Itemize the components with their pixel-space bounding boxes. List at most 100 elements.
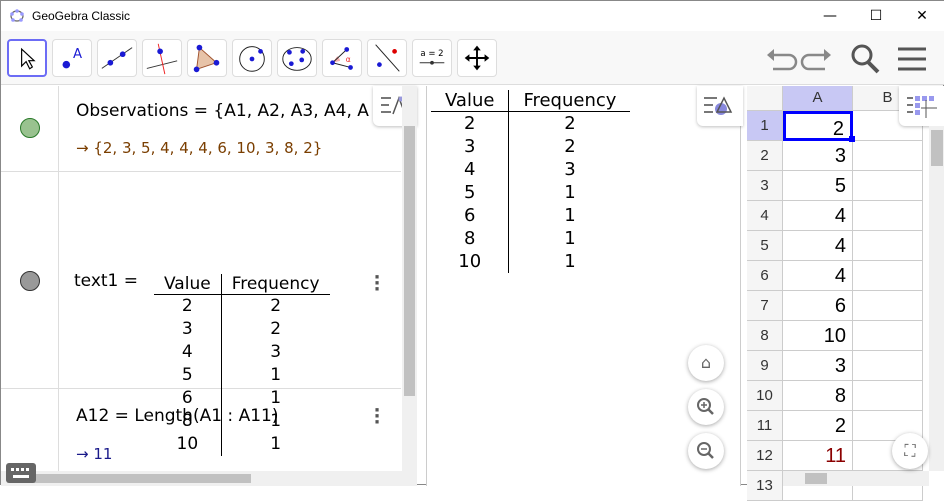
cell-A10[interactable]: 8 (783, 381, 853, 411)
row-header[interactable]: 11 (747, 411, 783, 441)
angle-tool[interactable]: α (322, 39, 362, 77)
angle-icon: α (323, 40, 361, 76)
frequency-cell: 2 (509, 112, 631, 136)
algebra-item-text1[interactable]: text1 = ValueFrequency 223243516181101 ·… (1, 172, 401, 389)
cell-B8[interactable] (853, 321, 923, 351)
window-title: GeoGebra Classic (32, 9, 130, 23)
cell-A7[interactable]: 6 (783, 291, 853, 321)
row-header[interactable]: 4 (747, 201, 783, 231)
search-button[interactable] (847, 41, 883, 77)
table-row: 22 (154, 295, 330, 319)
row-header[interactable]: 9 (747, 351, 783, 381)
toolbar: A α a = 2 (1, 31, 944, 85)
visibility-toggle[interactable] (20, 271, 40, 291)
slider-tool[interactable]: a = 2 (412, 39, 452, 77)
keyboard-button[interactable] (6, 463, 36, 483)
ellipse-icon (278, 40, 316, 76)
table-row: 51 (431, 181, 630, 204)
graphics-style-bar-button[interactable] (697, 86, 743, 126)
cell-B5[interactable] (853, 231, 923, 261)
move-tool[interactable] (7, 39, 47, 77)
home-button[interactable]: ⌂ (688, 345, 724, 381)
minimize-button[interactable]: — (807, 1, 853, 31)
zoom-in-button[interactable] (688, 389, 724, 425)
cell-B9[interactable] (853, 351, 923, 381)
cell-B10[interactable] (853, 381, 923, 411)
cell-B2[interactable] (853, 141, 923, 171)
row-header[interactable]: 5 (747, 231, 783, 261)
frequency-cell: 2 (509, 135, 631, 158)
spreadsheet-vertical-scrollbar[interactable] (929, 126, 944, 471)
corner-cell[interactable] (747, 86, 783, 111)
point-tool[interactable]: A (52, 39, 92, 77)
visibility-toggle[interactable] (20, 118, 40, 138)
line-tool[interactable] (97, 39, 137, 77)
spreadsheet-style-bar-button[interactable] (899, 86, 944, 126)
cell-B6[interactable] (853, 261, 923, 291)
home-icon: ⌂ (701, 353, 711, 372)
row-header[interactable]: 2 (747, 141, 783, 171)
scrollbar-thumb[interactable] (805, 473, 827, 484)
cell-A12[interactable]: 11 (783, 441, 853, 471)
menu-button[interactable] (894, 41, 930, 77)
circle-tool[interactable] (232, 39, 272, 77)
conic-tool[interactable] (277, 39, 317, 77)
cell-A11[interactable]: 2 (783, 411, 853, 441)
observations-definition[interactable]: Observations = {A1, A2, A3, A4, A (76, 101, 376, 121)
more-options-icon[interactable]: ··· (372, 408, 382, 426)
perpendicular-line-tool[interactable] (142, 39, 182, 77)
more-options-icon[interactable]: ··· (372, 275, 382, 293)
graphics-view[interactable]: ValueFrequency 223243516181101 ⌂ (426, 86, 741, 486)
row-header[interactable]: 12 (747, 441, 783, 471)
zoom-out-button[interactable] (688, 433, 724, 469)
close-button[interactable]: ✕ (899, 1, 944, 31)
row-header[interactable]: 8 (747, 321, 783, 351)
spreadsheet-horizontal-scrollbar[interactable] (783, 471, 929, 486)
table-row: 22 (431, 112, 630, 136)
column-header-a[interactable]: A (783, 86, 853, 111)
cell-B4[interactable] (853, 201, 923, 231)
cell-B3[interactable] (853, 171, 923, 201)
cell-A4[interactable]: 4 (783, 201, 853, 231)
value-cell: 6 (431, 204, 509, 227)
polygon-tool[interactable] (187, 39, 227, 77)
row-header[interactable]: 13 (747, 471, 783, 501)
scrollbar-thumb[interactable] (31, 474, 251, 483)
frequency-cell: 1 (509, 250, 631, 273)
scrollbar-thumb[interactable] (931, 130, 943, 166)
cell-A2[interactable]: 3 (783, 141, 853, 171)
algebra-item-a12[interactable]: A12 = Length(A1 : A11) → 11 ··· (1, 389, 401, 471)
graphics-frequency-table[interactable]: ValueFrequency 223243516181101 (431, 90, 630, 273)
redo-button[interactable] (799, 41, 835, 77)
row-header[interactable]: 10 (747, 381, 783, 411)
cell-A5[interactable]: 4 (783, 231, 853, 261)
cell-A3[interactable]: 5 (783, 171, 853, 201)
row-header[interactable]: 1 (747, 111, 783, 141)
scrollbar-thumb[interactable] (404, 126, 415, 396)
cell-A1[interactable]: 2 (783, 111, 853, 141)
fill-handle[interactable] (849, 136, 855, 142)
frequency-cell: 1 (509, 204, 631, 227)
algebra-horizontal-scrollbar[interactable] (1, 471, 417, 486)
algebra-item-observations[interactable]: Observations = {A1, A2, A3, A4, A → {2, … (1, 86, 401, 172)
cell-B7[interactable] (853, 291, 923, 321)
value-cell: 2 (431, 112, 509, 136)
row-header[interactable]: 3 (747, 171, 783, 201)
algebra-vertical-scrollbar[interactable] (402, 86, 417, 471)
header-frequency: Frequency (221, 274, 329, 295)
algebra-view: Observations = {A1, A2, A3, A4, A → {2, … (1, 86, 417, 471)
maximize-button[interactable]: ☐ (853, 1, 899, 31)
undo-button[interactable] (763, 41, 799, 77)
row-header[interactable]: 6 (747, 261, 783, 291)
a12-definition[interactable]: A12 = Length(A1 : A11) (76, 406, 278, 426)
fullscreen-button[interactable]: ⛶ (892, 433, 928, 469)
cell-A9[interactable]: 3 (783, 351, 853, 381)
cell-A8[interactable]: 10 (783, 321, 853, 351)
value-cell: 3 (154, 318, 221, 341)
move-graphics-tool[interactable] (457, 39, 497, 77)
spreadsheet-style-icon (899, 86, 944, 126)
reflect-tool[interactable] (367, 39, 407, 77)
table-row: 81 (431, 227, 630, 250)
cell-A6[interactable]: 4 (783, 261, 853, 291)
row-header[interactable]: 7 (747, 291, 783, 321)
